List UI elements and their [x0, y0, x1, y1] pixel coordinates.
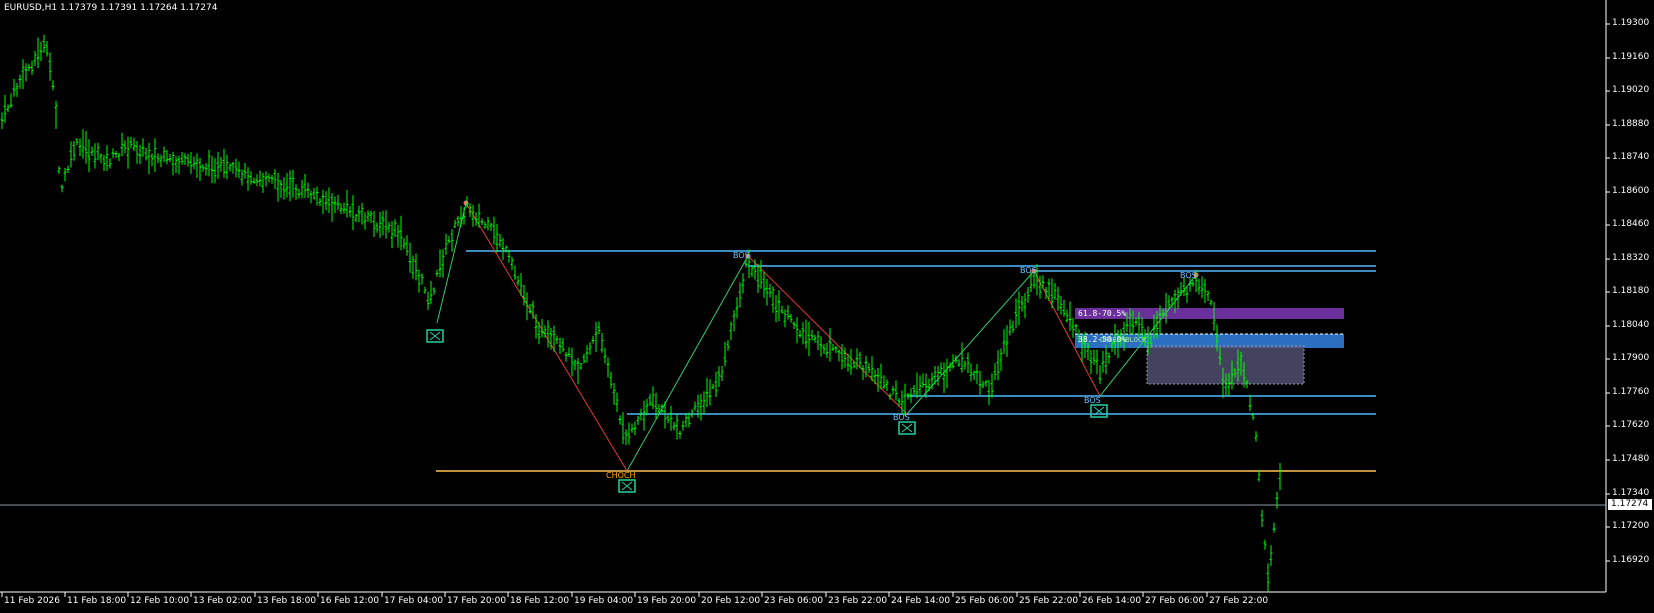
time-tick-label: 11 Feb 2026	[4, 596, 61, 606]
time-tick-label: 11 Feb 18:00	[67, 596, 127, 606]
price-tick-label: 1.19300	[1612, 18, 1650, 28]
price-tick-label: 1.18040	[1612, 320, 1650, 330]
price-tick-label: 1.18320	[1612, 253, 1650, 263]
price-tick-label: 1.18740	[1612, 152, 1650, 162]
swing-line-bull-1	[436, 202, 467, 324]
time-tick-label: 19 Feb 20:00	[637, 596, 697, 606]
price-tick-label: 1.17480	[1612, 454, 1650, 464]
time-tick-label: 20 Feb 12:00	[701, 596, 761, 606]
ob-zone-overlay-label: ORDER BLOCK	[1100, 336, 1147, 344]
current-price-label: 1.17274	[1608, 499, 1652, 510]
bos-label: BOS	[893, 413, 910, 422]
price-tick-label: 1.19160	[1612, 52, 1650, 62]
price-tick-label: 1.17340	[1612, 488, 1650, 498]
time-tick-label: 13 Feb 02:00	[193, 596, 253, 606]
symbol-title: EURUSD,H1 1.17379 1.17391 1.17264 1.1727…	[4, 3, 218, 13]
price-tick-label: 1.18460	[1612, 219, 1650, 229]
x-marker	[1090, 404, 1108, 418]
time-tick-label: 16 Feb 12:00	[320, 596, 380, 606]
time-tick-label: 13 Feb 18:00	[257, 596, 317, 606]
price-tick-label: 1.19020	[1612, 85, 1650, 95]
fib-zone-label: 61.8-70.5%	[1078, 309, 1127, 318]
time-tick-label: 26 Feb 14:00	[1082, 596, 1142, 606]
price-tick-label: 1.17200	[1612, 521, 1650, 531]
time-tick-label: 23 Feb 06:00	[764, 596, 824, 606]
price-tick-label: 1.18880	[1612, 119, 1650, 129]
price-chart[interactable]	[0, 0, 1654, 613]
chart-area[interactable]: EURUSD,H1 1.17379 1.17391 1.17264 1.1727…	[0, 0, 1654, 613]
price-tick-label: 1.16920	[1612, 555, 1650, 565]
time-tick-label: 17 Feb 04:00	[384, 596, 444, 606]
time-tick-label: 19 Feb 04:00	[574, 596, 634, 606]
choch-label: CHOCH	[606, 471, 636, 480]
price-tick-label: 1.18600	[1612, 186, 1650, 196]
time-tick-label: 27 Feb 22:00	[1209, 596, 1269, 606]
time-tick-label: 17 Feb 20:00	[447, 596, 507, 606]
swing-line-bear-1	[465, 202, 628, 472]
time-tick-label: 12 Feb 10:00	[130, 596, 190, 606]
bos-label: BOS	[1084, 396, 1101, 405]
x-marker	[618, 479, 636, 493]
swing-line-bull-2	[626, 255, 749, 472]
price-tick-label: 1.17900	[1612, 353, 1650, 363]
time-tick-label: 18 Feb 12:00	[510, 596, 570, 606]
bos-label: BOS	[1180, 271, 1197, 280]
time-tick-label: 25 Feb 06:00	[955, 596, 1015, 606]
x-marker	[898, 421, 916, 435]
time-tick-label: 25 Feb 22:00	[1019, 596, 1079, 606]
price-tick-label: 1.18180	[1612, 286, 1650, 296]
time-tick-label: 24 Feb 14:00	[891, 596, 951, 606]
bos-label: BOS	[1020, 266, 1037, 275]
price-tick-label: 1.17760	[1612, 387, 1650, 397]
bos-label: BOS	[733, 251, 750, 260]
price-tick-label: 1.17620	[1612, 420, 1650, 430]
swing-line-bear-2	[747, 255, 908, 415]
x-marker	[426, 329, 444, 343]
time-tick-label: 23 Feb 22:00	[828, 596, 888, 606]
time-tick-label: 27 Feb 06:00	[1145, 596, 1205, 606]
price-ticks	[1606, 23, 1610, 562]
